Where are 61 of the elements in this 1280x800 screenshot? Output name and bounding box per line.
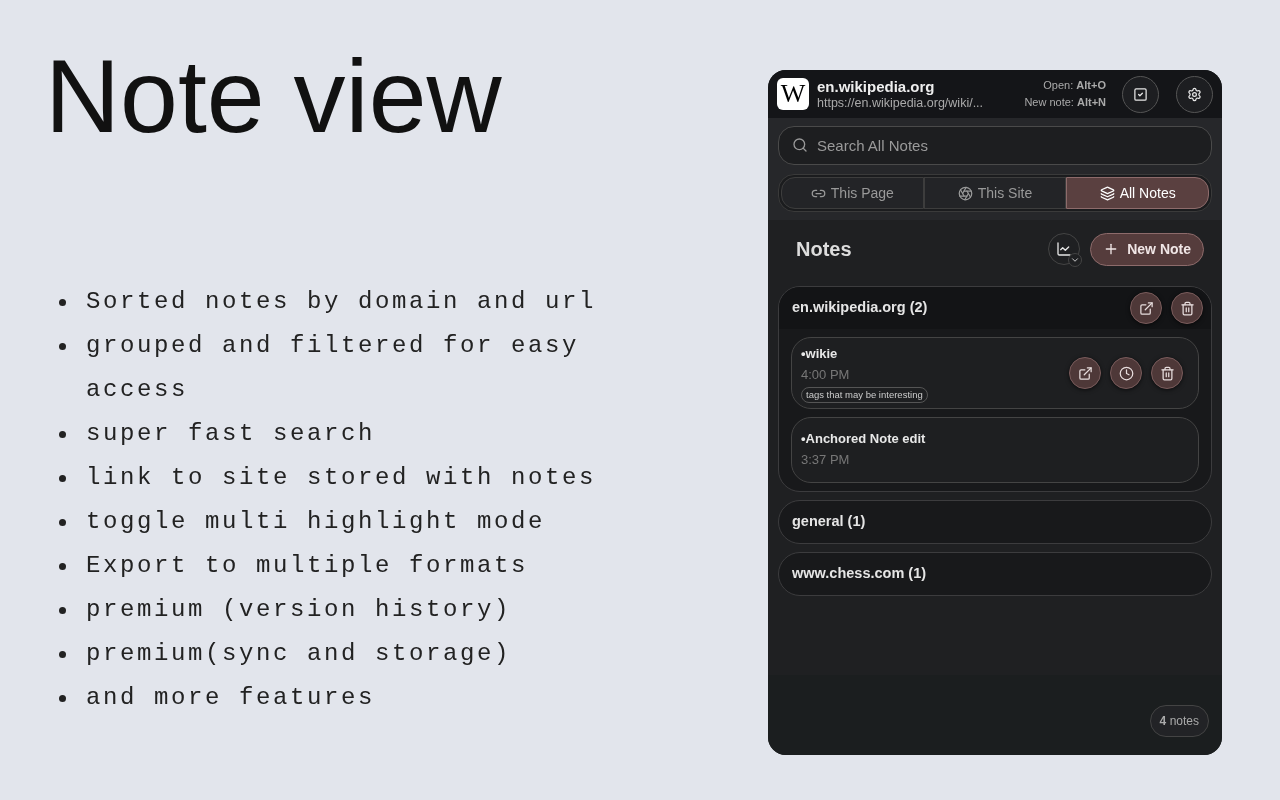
external-link-icon (1077, 365, 1093, 381)
domain-group[interactable]: general (1) (778, 500, 1212, 544)
note-card[interactable]: •wikie 4:00 PM tags that may be interesting (791, 337, 1199, 409)
chart-icon (1056, 241, 1073, 257)
checkbox-icon (1133, 86, 1148, 102)
note-time: 3:37 PM (801, 451, 850, 469)
shortcut-hint: New note: Alt+N (1024, 95, 1106, 110)
external-link-icon (1138, 300, 1154, 316)
trash-icon (1179, 300, 1195, 316)
feature-text: super fast search (86, 419, 376, 449)
settings-icon (1187, 86, 1202, 102)
filter-tab[interactable]: All Notes (1066, 177, 1209, 209)
bullet-icon (59, 563, 66, 570)
feature-text: toggle multi highlight mode (86, 507, 546, 537)
note-time: 4:00 PM (801, 366, 850, 384)
search-field[interactable]: Search All Notes (778, 126, 1212, 165)
open-note-button[interactable] (1069, 357, 1101, 389)
group-title: en.wikipedia.org (2) (792, 298, 929, 318)
page-title: Note view (45, 38, 502, 154)
bullet-icon (59, 475, 66, 482)
note-count-badge: 4 notes (1149, 705, 1209, 737)
note-title: •Anchored Note edit (801, 430, 926, 448)
bullet-icon (59, 651, 66, 658)
feature-text: premium (version history) (86, 595, 512, 625)
bullet-icon (59, 695, 66, 702)
bullet-icon (59, 431, 66, 438)
aperture-icon (957, 185, 973, 201)
feature-text: premium(sync and storage) (86, 639, 512, 669)
new-note-button[interactable]: New Note (1090, 232, 1204, 266)
shortcut-hint: Open: Alt+O (1043, 78, 1106, 93)
filter-tab[interactable]: This Page (781, 177, 924, 209)
feature-text: and more features (86, 683, 376, 713)
checklist-button[interactable] (1122, 75, 1159, 113)
trash-icon (1159, 365, 1175, 381)
site-domain: en.wikipedia.org (817, 77, 935, 96)
open-group-button[interactable] (1130, 292, 1162, 324)
settings-button[interactable] (1176, 75, 1213, 113)
clock-icon (1118, 365, 1134, 381)
domain-group[interactable]: www.chess.com (1) (778, 552, 1212, 596)
notes-heading: Notes (796, 237, 853, 262)
history-button[interactable] (1110, 357, 1142, 389)
feature-text: Export to multiple formats (86, 551, 529, 581)
group-title: www.chess.com (1) (792, 564, 928, 584)
search-icon (792, 137, 808, 153)
layers-icon (1099, 185, 1115, 201)
site-logo: W (777, 78, 809, 110)
domain-group[interactable]: en.wikipedia.org (2) •wikie 4:00 PM tags that may be interesting •Anchored Note edit 3:37 PM (778, 286, 1212, 492)
dropdown-icon (1068, 253, 1083, 267)
delete-note-button[interactable] (1151, 357, 1183, 389)
delete-group-button[interactable] (1171, 292, 1203, 324)
site-url: https://en.wikipedia.org/wiki/... (817, 95, 984, 111)
feature-text: link to site stored with notes (86, 463, 597, 493)
bullet-icon (59, 607, 66, 614)
note-title: •wikie (801, 345, 838, 363)
bullet-icon (59, 519, 66, 526)
note-card[interactable]: •Anchored Note edit 3:37 PM (791, 417, 1199, 483)
group-title: general (1) (792, 512, 867, 532)
bullet-icon (59, 299, 66, 306)
feature-text: Sorted notes by domain and url (86, 287, 597, 317)
bullet-icon (59, 343, 66, 350)
filter-tab[interactable]: This Site (923, 177, 1067, 209)
